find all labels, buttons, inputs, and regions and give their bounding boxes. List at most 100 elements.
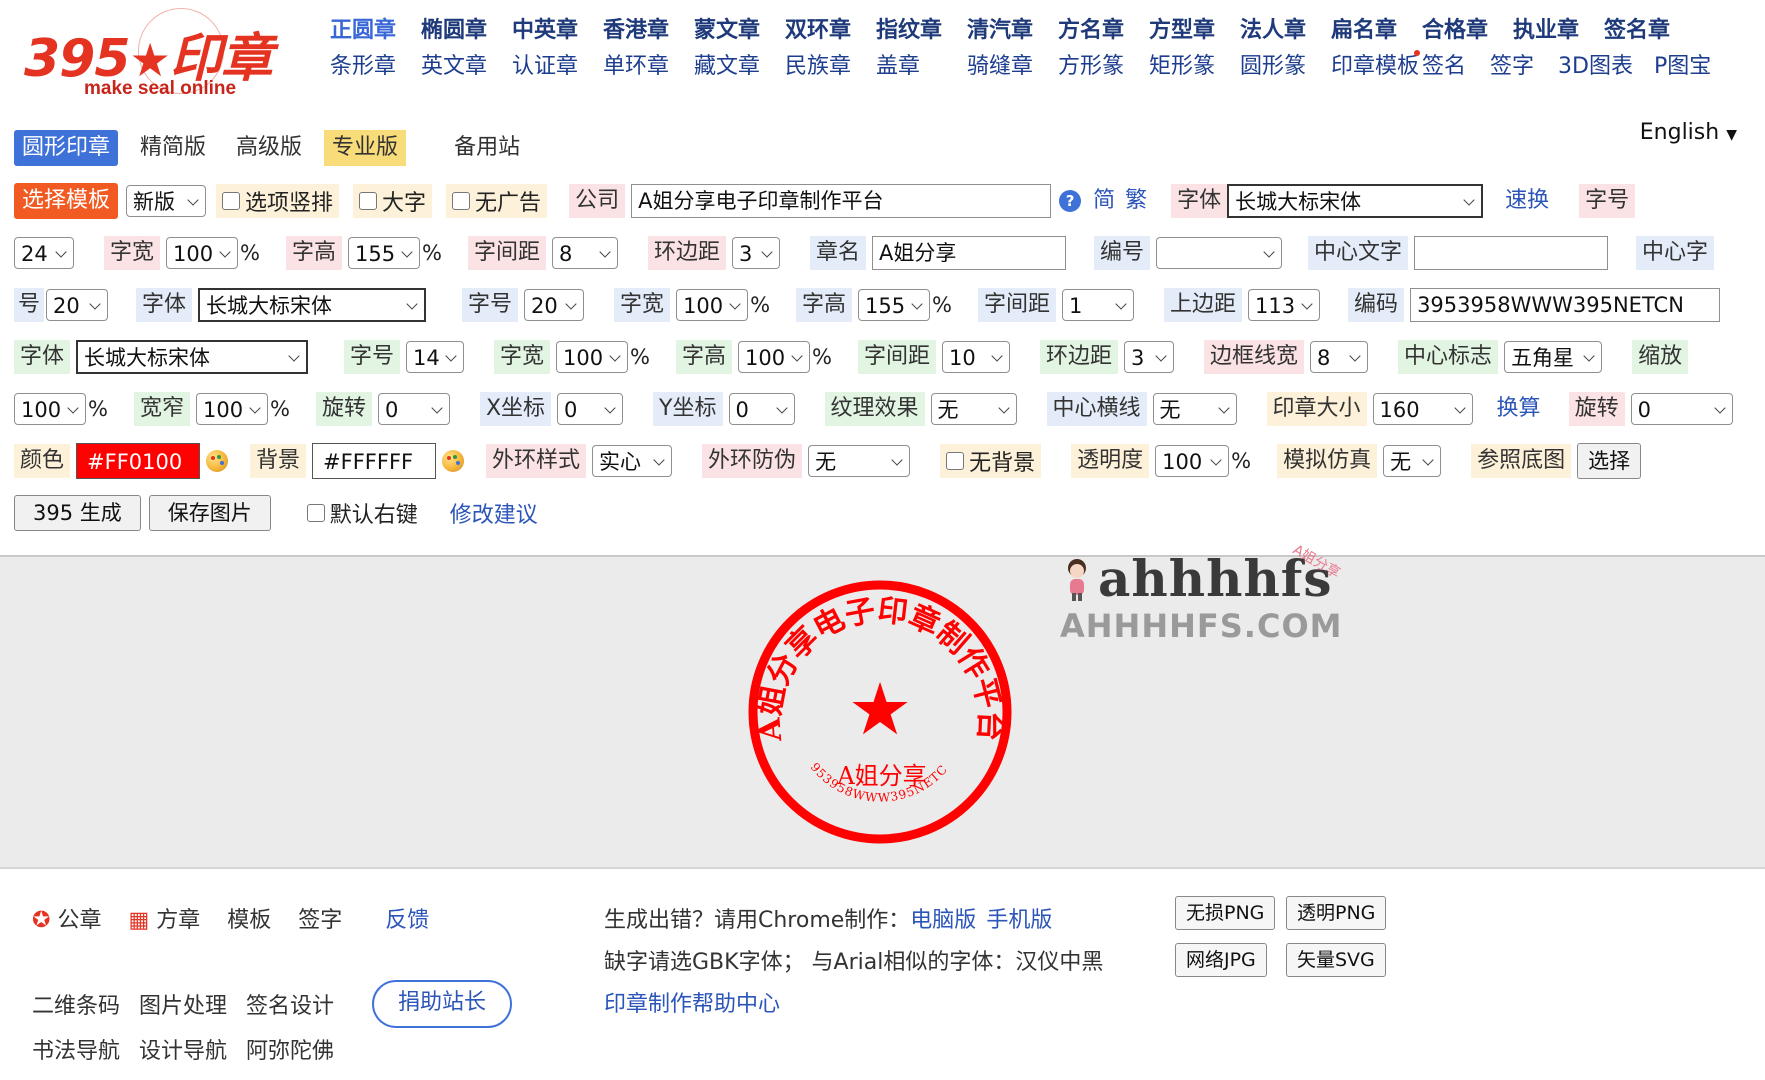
big-text-checkbox[interactable]: 大字 [353, 184, 433, 218]
download-svg-button[interactable]: 矢量SVG [1286, 943, 1386, 977]
version-select[interactable]: 新版 [126, 185, 207, 217]
code-select[interactable] [1156, 237, 1283, 269]
outer-guard-select[interactable]: 无 [808, 445, 911, 477]
footer-link-fangzhang[interactable]: 方章 [156, 908, 200, 933]
spacing-select[interactable]: 8 [551, 237, 618, 269]
footer-link-feedback[interactable]: 反馈 [385, 908, 429, 933]
footer-link-amitabha[interactable]: 阿弥陀佛 [246, 1039, 334, 1064]
nav-link[interactable]: 执业章 [1513, 12, 1604, 44]
width-select[interactable]: 100 [166, 237, 239, 269]
font-select[interactable]: 长城大标宋体 [1227, 184, 1484, 218]
no-ad-checkbox[interactable]: 无广告 [446, 184, 548, 218]
simulation-select[interactable]: 无 [1383, 445, 1442, 477]
height-select-3[interactable]: 100 [738, 341, 811, 373]
footer-link-signature[interactable]: 签名设计 [246, 994, 334, 1019]
nav-link[interactable]: 椭圆章 [421, 12, 512, 44]
nav-link[interactable]: 藏文章 [694, 48, 785, 80]
height-select[interactable]: 155 [348, 237, 420, 269]
nav-link[interactable]: 中英章 [512, 12, 603, 44]
spacing-select-3[interactable]: 10 [942, 341, 1011, 373]
help-center-link[interactable]: 印章制作帮助中心 [604, 992, 780, 1017]
narrow-select[interactable]: 100 [195, 393, 268, 425]
footer-link-qrcode[interactable]: 二维条码 [32, 994, 120, 1019]
site-logo[interactable]: 395★印章 make seal online [20, 8, 300, 103]
nav-link[interactable]: 法人章 [1240, 12, 1331, 44]
download-png-transparent-button[interactable]: 透明PNG [1286, 896, 1387, 930]
nav-link[interactable]: 矩形篆 [1149, 48, 1240, 80]
simplified-toggle[interactable]: 简 [1091, 184, 1117, 218]
nav-link[interactable]: 单环章 [603, 48, 694, 80]
tab-backup[interactable]: 备用站 [446, 130, 528, 166]
footer-link-calligraphy[interactable]: 书法导航 [32, 1039, 120, 1064]
code-input[interactable]: 3953958WWW395NETCN [1410, 288, 1721, 322]
palette-icon[interactable] [442, 450, 465, 472]
nav-link[interactable]: 方型章 [1149, 12, 1240, 44]
language-select[interactable]: English ▼ [1640, 120, 1737, 145]
download-png-lossless-button[interactable]: 无损PNG [1175, 896, 1276, 930]
nav-link[interactable]: P图宝 [1654, 48, 1745, 80]
nav-link[interactable]: 签字 [1490, 48, 1558, 80]
nav-link[interactable]: 方名章 [1058, 12, 1149, 44]
seal-size-select[interactable]: 160 [1372, 393, 1473, 425]
center-size-select[interactable]: 20 [46, 289, 109, 321]
tab-advanced[interactable]: 高级版 [228, 130, 310, 166]
tab-simple[interactable]: 精简版 [132, 130, 214, 166]
nav-link[interactable]: 方形篆 [1058, 48, 1149, 80]
nav-link[interactable]: 签名章 [1604, 12, 1695, 44]
help-icon[interactable]: ? [1059, 190, 1082, 212]
scale-select[interactable]: 100 [14, 393, 86, 425]
font-select-3[interactable]: 长城大标宋体 [76, 340, 309, 374]
nav-link[interactable]: 条形章 [330, 48, 421, 80]
footer-link-design[interactable]: 设计导航 [139, 1039, 227, 1064]
generate-button[interactable]: 395 生成 [14, 495, 141, 531]
suggestion-link[interactable]: 修改建议 [450, 497, 538, 529]
nav-link[interactable]: 蒙文章 [694, 12, 785, 44]
border-width-select[interactable]: 8 [1310, 341, 1369, 373]
footer-link-moban[interactable]: 模板 [227, 908, 271, 933]
footer-link-image[interactable]: 图片处理 [139, 994, 227, 1019]
footer-link-qianzi[interactable]: 签字 [298, 908, 342, 933]
center-line-select[interactable]: 无 [1152, 393, 1237, 425]
center-text-input[interactable] [1414, 236, 1609, 270]
footer-link-gongzhang[interactable]: 公章 [57, 908, 101, 933]
save-image-button[interactable]: 保存图片 [148, 495, 271, 531]
nav-link[interactable]: 民族章 [785, 48, 876, 80]
nav-link[interactable]: 正圆章 [330, 12, 421, 44]
font-select-2[interactable]: 长城大标宋体 [198, 288, 427, 322]
height-select-2[interactable]: 155 [858, 289, 931, 321]
rotate-select-2[interactable]: 0 [1630, 393, 1733, 425]
palette-icon[interactable] [206, 450, 229, 472]
nav-link[interactable]: 香港章 [603, 12, 694, 44]
nav-link[interactable]: 3D图表 [1558, 48, 1654, 80]
spacing-select-2[interactable]: 1 [1062, 289, 1135, 321]
outer-style-select[interactable]: 实心 [592, 445, 673, 477]
width-select-3[interactable]: 100 [556, 341, 629, 373]
nav-link[interactable]: 合格章 [1422, 12, 1513, 44]
nav-link[interactable]: 盖章 [876, 48, 967, 80]
nav-link[interactable]: 扁名章 [1331, 12, 1422, 44]
rotate-select[interactable]: 0 [377, 393, 450, 425]
quick-switch-link[interactable]: 速换 [1499, 184, 1555, 218]
width-select-2[interactable]: 100 [676, 289, 749, 321]
download-jpg-button[interactable]: 网络JPG [1175, 943, 1267, 977]
background-input[interactable]: #FFFFFF [312, 443, 437, 479]
vertical-options-checkbox[interactable]: 选项竖排 [216, 184, 340, 218]
tab-round-seal[interactable]: 圆形印章 [14, 130, 119, 166]
no-background-checkbox[interactable]: 无背景 [940, 444, 1042, 478]
nav-link[interactable]: 双环章 [785, 12, 876, 44]
ring-margin-select[interactable]: 3 [732, 237, 780, 269]
size-select-2[interactable]: 20 [524, 289, 585, 321]
center-logo-select[interactable]: 五角星 [1504, 341, 1603, 373]
nav-link[interactable]: 签名 [1422, 48, 1490, 80]
texture-select[interactable]: 无 [930, 393, 1017, 425]
nav-link[interactable]: 清汽章 [967, 12, 1058, 44]
ring-margin-select-2[interactable]: 3 [1124, 341, 1175, 373]
default-right-click-checkbox[interactable]: 默认右键 [301, 496, 424, 530]
seal-name-input[interactable]: A姐分享 [872, 236, 1067, 270]
select-template-button[interactable]: 选择模板 [14, 183, 119, 219]
nav-link[interactable]: 印章模板 [1331, 48, 1422, 80]
x-coord-select[interactable]: 0 [557, 393, 624, 425]
mobile-version-link[interactable]: 手机版 [986, 908, 1052, 933]
tab-pro[interactable]: 专业版 [324, 130, 407, 166]
seal-image[interactable]: A姐分享电子印章制作平台 ★ A姐分享 3953958WWW395NETCN [745, 577, 1015, 847]
